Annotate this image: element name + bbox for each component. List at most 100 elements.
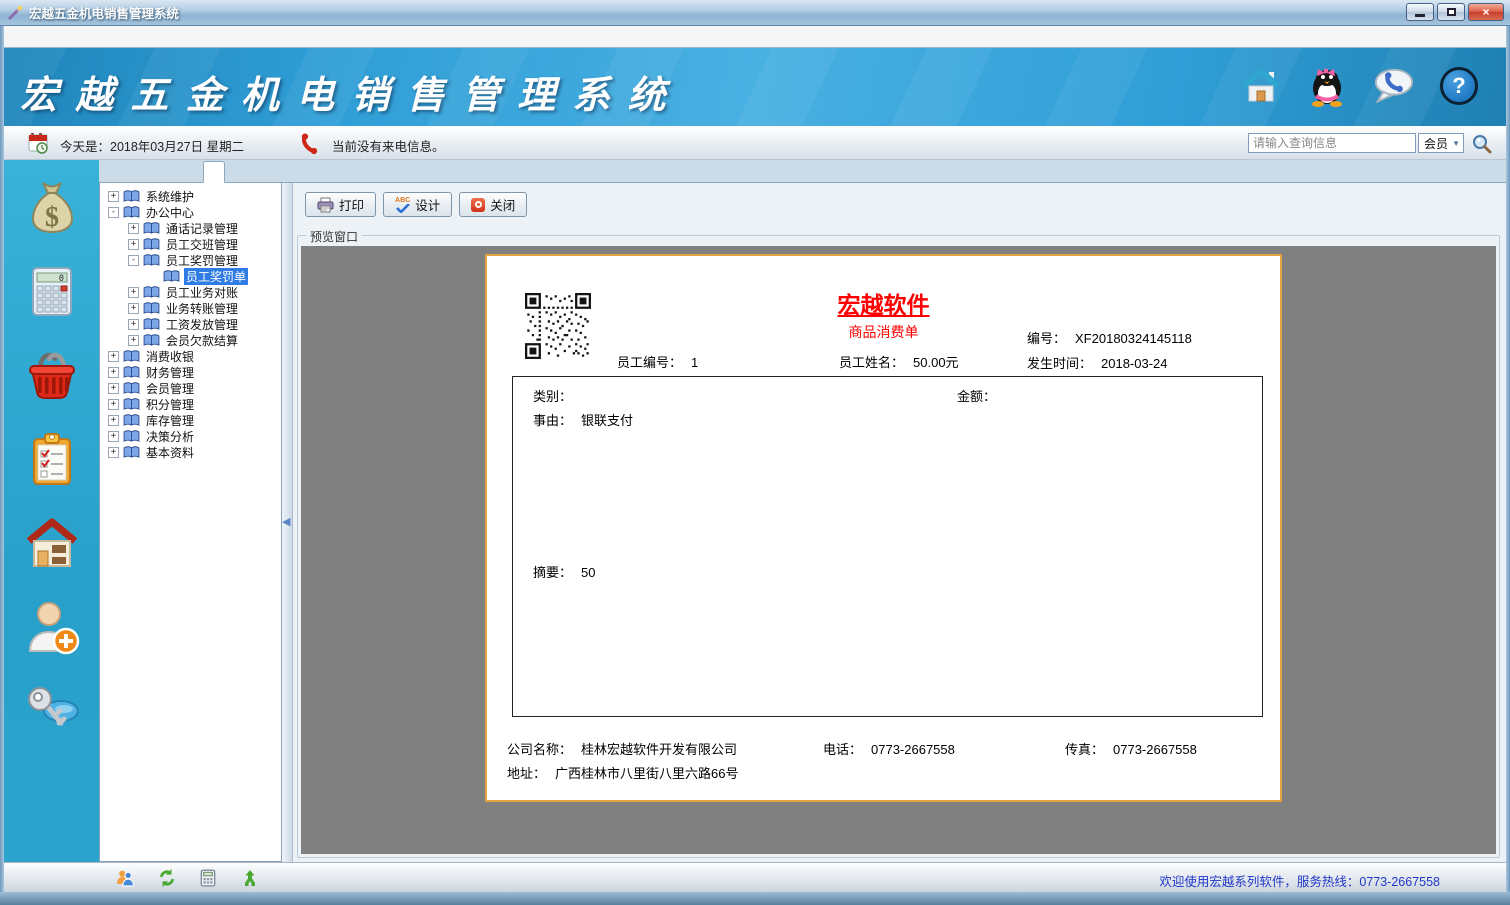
print-button[interactable]: 打印 bbox=[305, 192, 376, 217]
maximize-icon bbox=[1447, 8, 1456, 16]
tree-item-label: 财务管理 bbox=[144, 364, 196, 381]
tree-item[interactable]: + 员工业务对账 bbox=[100, 284, 281, 300]
tree-expander[interactable]: + bbox=[128, 319, 139, 330]
close-preview-button[interactable]: 关闭 bbox=[459, 192, 527, 217]
tree-expander[interactable]: + bbox=[108, 383, 119, 394]
branch-arrow-icon[interactable] bbox=[242, 869, 260, 887]
tree-item[interactable]: + 系统维护 bbox=[100, 188, 281, 204]
status-bar: 欢迎使用宏越系列软件，服务热线：0773-2667558 bbox=[0, 862, 1510, 892]
tree-item[interactable]: + 决策分析 bbox=[100, 428, 281, 444]
receipt-category: 类别： bbox=[533, 386, 581, 405]
search-input[interactable] bbox=[1248, 133, 1416, 153]
shopping-basket-icon[interactable] bbox=[23, 346, 81, 404]
tab[interactable] bbox=[163, 162, 183, 182]
menu-bar bbox=[0, 26, 1510, 48]
tree-item[interactable]: + 消费收银 bbox=[100, 348, 281, 364]
tree-expander[interactable]: + bbox=[128, 287, 139, 298]
print-template-panel: 打印 ABC 设计 关闭 预览窗口 宏越软件 商品消费单 bbox=[293, 183, 1506, 862]
calendar-icon bbox=[27, 132, 49, 155]
receipt-summary: 摘要：50 bbox=[533, 562, 595, 581]
tree-item[interactable]: + 工资发放管理 bbox=[100, 316, 281, 332]
printer-icon bbox=[317, 197, 334, 213]
book-icon bbox=[123, 350, 140, 363]
book-icon bbox=[163, 270, 180, 283]
app-logo-text: 宏 越 五 金 机 电 销 售 管 理 系 统 bbox=[20, 64, 668, 119]
checklist-clipboard-icon[interactable] bbox=[23, 430, 81, 488]
book-icon bbox=[123, 414, 140, 427]
tree-expander[interactable]: + bbox=[108, 447, 119, 458]
tree-expander[interactable]: - bbox=[108, 207, 119, 218]
search-category-select[interactable]: 会员 ▼ bbox=[1418, 133, 1464, 153]
refresh-icon[interactable] bbox=[158, 869, 176, 887]
tree-expander[interactable]: + bbox=[108, 431, 119, 442]
tree-item[interactable]: + 财务管理 bbox=[100, 364, 281, 380]
tree-expander[interactable]: + bbox=[128, 335, 139, 346]
receipt-amount: 金额： bbox=[957, 386, 1005, 405]
tree-expander[interactable]: + bbox=[128, 223, 139, 234]
add-user-icon[interactable] bbox=[23, 598, 81, 656]
users-icon[interactable] bbox=[116, 869, 134, 887]
tree-item[interactable]: - 员工奖罚管理 bbox=[100, 252, 281, 268]
home-icon[interactable] bbox=[1240, 64, 1282, 108]
collapse-arrow-icon[interactable]: ◀ bbox=[282, 515, 290, 528]
book-icon bbox=[143, 318, 160, 331]
tree-expander[interactable]: + bbox=[128, 303, 139, 314]
tree-item-label: 基本资料 bbox=[144, 444, 196, 461]
book-icon bbox=[143, 302, 160, 315]
help-icon[interactable]: ? bbox=[1438, 64, 1480, 108]
tree-item[interactable]: 员工奖罚单 bbox=[100, 268, 281, 284]
svg-text:0: 0 bbox=[58, 274, 63, 284]
print-label: 打印 bbox=[339, 195, 364, 214]
calculator-icon[interactable]: 0 bbox=[23, 262, 81, 320]
incoming-call-icon bbox=[300, 133, 322, 155]
tree-item-label: 业务转账管理 bbox=[164, 300, 240, 317]
close-label: 关闭 bbox=[490, 195, 515, 214]
tab[interactable] bbox=[123, 162, 143, 182]
tab[interactable] bbox=[143, 162, 163, 182]
call-bubble-icon[interactable] bbox=[1372, 64, 1414, 108]
tree-item[interactable]: + 员工交班管理 bbox=[100, 236, 281, 252]
maximize-button[interactable] bbox=[1437, 3, 1465, 21]
current-date-text: 今天是：2018年03月27日 星期二 bbox=[60, 136, 244, 155]
tab[interactable] bbox=[103, 162, 123, 182]
status-message: 欢迎使用宏越系列软件，服务热线：0773-2667558 bbox=[1159, 871, 1440, 890]
shortcut-sidebar: $ 0 bbox=[4, 160, 99, 862]
tree-item[interactable]: + 会员欠款结算 bbox=[100, 332, 281, 348]
tab-strip bbox=[99, 160, 1506, 183]
tree-item[interactable]: + 基本资料 bbox=[100, 444, 281, 460]
tree-item[interactable]: + 会员管理 bbox=[100, 380, 281, 396]
tree-item-label: 会员管理 bbox=[144, 380, 196, 397]
calculator-small-icon[interactable] bbox=[200, 869, 218, 887]
minimize-button[interactable] bbox=[1406, 3, 1434, 21]
money-bag-icon[interactable]: $ bbox=[23, 178, 81, 236]
tree-expander[interactable]: + bbox=[128, 239, 139, 250]
search-icon[interactable] bbox=[1472, 134, 1492, 154]
tree-item[interactable]: + 积分管理 bbox=[100, 396, 281, 412]
qq-penguin-icon[interactable] bbox=[1306, 64, 1348, 108]
house-icon[interactable] bbox=[23, 514, 81, 572]
tree-expander[interactable]: + bbox=[108, 367, 119, 378]
design-button[interactable]: ABC 设计 bbox=[383, 192, 452, 217]
tree-expander[interactable]: - bbox=[128, 255, 139, 266]
chevron-down-icon: ▼ bbox=[1452, 139, 1460, 148]
tree-item[interactable]: - 办公中心 bbox=[100, 204, 281, 220]
tree-item[interactable]: + 业务转账管理 bbox=[100, 300, 281, 316]
panel-splitter[interactable]: ◀ bbox=[282, 183, 293, 862]
tab[interactable] bbox=[203, 161, 225, 183]
key-icon[interactable] bbox=[23, 682, 81, 740]
design-label: 设计 bbox=[415, 195, 440, 214]
preview-groupbox: 预览窗口 宏越软件 商品消费单 编号：XF20180324145118 员工编号… bbox=[297, 235, 1500, 858]
tree-item-label: 积分管理 bbox=[144, 396, 196, 413]
tree-expander[interactable]: + bbox=[108, 191, 119, 202]
tree-item[interactable]: + 库存管理 bbox=[100, 412, 281, 428]
tree-expander[interactable]: + bbox=[108, 351, 119, 362]
search-category-value: 会员 bbox=[1424, 135, 1448, 152]
tree-expander[interactable]: + bbox=[108, 399, 119, 410]
tab[interactable] bbox=[183, 162, 203, 182]
tree-expander[interactable]: + bbox=[108, 415, 119, 426]
close-button[interactable]: × bbox=[1468, 3, 1504, 21]
close-icon: × bbox=[1482, 5, 1489, 19]
tree-item[interactable]: + 通话记录管理 bbox=[100, 220, 281, 236]
tree-item-label: 员工奖罚管理 bbox=[164, 252, 240, 269]
window-frame-bottom bbox=[0, 892, 1510, 905]
